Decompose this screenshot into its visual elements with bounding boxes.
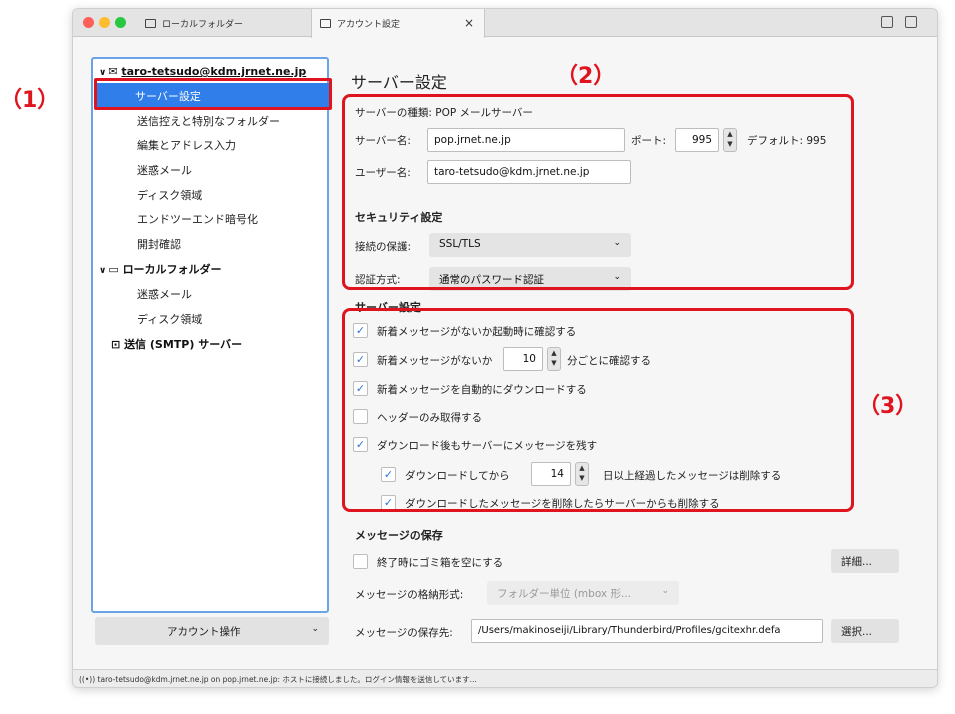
local-folder-label: ローカルフォルダー	[122, 263, 222, 276]
empty-trash-label: 終了時にゴミ箱を空にする	[377, 557, 504, 569]
local-directory-field[interactable]: /Users/makinoseiji/Library/Thunderbird/P…	[471, 619, 823, 643]
close-tab-icon[interactable]: ×	[464, 16, 474, 30]
chevron-down-icon: ⌄	[311, 624, 319, 634]
tab-account-settings[interactable]: アカウント設定 ×	[311, 9, 485, 38]
activity-icon: ((•))	[79, 675, 96, 684]
tab-label: アカウント設定	[337, 20, 401, 30]
mail-icon: ✉	[108, 65, 118, 78]
sidebar-item-return-receipts[interactable]: 開封確認	[137, 236, 181, 252]
sidebar-item-local-disk-space[interactable]: ディスク領域	[137, 311, 202, 327]
tab-label: ローカルフォルダー	[162, 19, 244, 30]
store-format-value: フォルダー単位 (mbox 形...	[497, 588, 631, 600]
outbox-icon: ⊡	[111, 338, 121, 351]
smtp-tree-item[interactable]: ⊡ 送信 (SMTP) サーバー	[111, 336, 242, 352]
sidebar-item-local-junk[interactable]: 迷惑メール	[137, 286, 192, 302]
callout-3: （3）	[858, 394, 918, 419]
sidebar-item-disk-space[interactable]: ディスク領域	[137, 187, 202, 203]
minimize-window-button[interactable]	[99, 17, 110, 28]
store-format-select[interactable]: フォルダー単位 (mbox 形... ⌄	[487, 581, 679, 605]
details-button[interactable]: 詳細...	[831, 549, 899, 573]
local-directory-label: メッセージの保存先:	[355, 627, 453, 639]
folder-icon	[145, 18, 156, 28]
sidebar-item-composition[interactable]: 編集とアドレス入力	[137, 137, 236, 153]
account-sidebar: ∨ ✉ taro-tetsudo@kdm.jrnet.ne.jp サーバー設定 送…	[91, 57, 329, 613]
zoom-window-button[interactable]	[115, 17, 126, 28]
select-directory-button[interactable]: 選択...	[831, 619, 899, 643]
empty-trash-checkbox[interactable]	[353, 554, 368, 569]
highlight-box-2	[342, 94, 854, 290]
chevron-down-icon[interactable]: ∨	[99, 68, 106, 78]
settings-page-icon	[320, 19, 331, 28]
highlight-box-3	[342, 308, 854, 512]
store-format-label: メッセージの格納形式:	[355, 589, 464, 601]
smtp-label: 送信 (SMTP) サーバー	[124, 338, 243, 351]
sidebar-item-copies-folders[interactable]: 送信控えと特別なフォルダー	[137, 113, 280, 129]
account-actions-button[interactable]: アカウント操作 ⌄	[95, 617, 329, 645]
page-title: サーバー設定	[351, 73, 447, 92]
tasks-icon[interactable]	[905, 16, 917, 28]
sidebar-item-junk[interactable]: 迷惑メール	[137, 162, 192, 178]
local-folder-tree-item[interactable]: ∨ ▭ ローカルフォルダー	[99, 261, 222, 277]
tab-local-folder[interactable]: ローカルフォルダー	[137, 9, 312, 37]
title-bar: ローカルフォルダー アカウント設定 ×	[73, 9, 937, 38]
account-actions-label: アカウント操作	[167, 626, 241, 638]
storage-section-title: メッセージの保存	[355, 529, 443, 542]
callout-2: （2）	[556, 64, 616, 89]
calendar-icon[interactable]	[881, 16, 893, 28]
sidebar-item-e2e-encryption[interactable]: エンドツーエンド暗号化	[137, 211, 258, 227]
status-text: taro-tetsudo@kdm.jrnet.ne.jp on pop.jrne…	[97, 675, 477, 684]
status-bar: ((•)) taro-tetsudo@kdm.jrnet.ne.jp on po…	[73, 669, 937, 687]
callout-1: （1）	[0, 88, 60, 113]
chevron-down-icon: ⌄	[661, 586, 669, 596]
close-window-button[interactable]	[83, 17, 94, 28]
account-tree-item[interactable]: ∨ ✉ taro-tetsudo@kdm.jrnet.ne.jp	[99, 65, 306, 78]
highlight-box-1	[94, 78, 332, 110]
account-name: taro-tetsudo@kdm.jrnet.ne.jp	[121, 65, 307, 78]
folder-icon: ▭	[108, 263, 119, 276]
chevron-down-icon[interactable]: ∨	[99, 266, 106, 276]
